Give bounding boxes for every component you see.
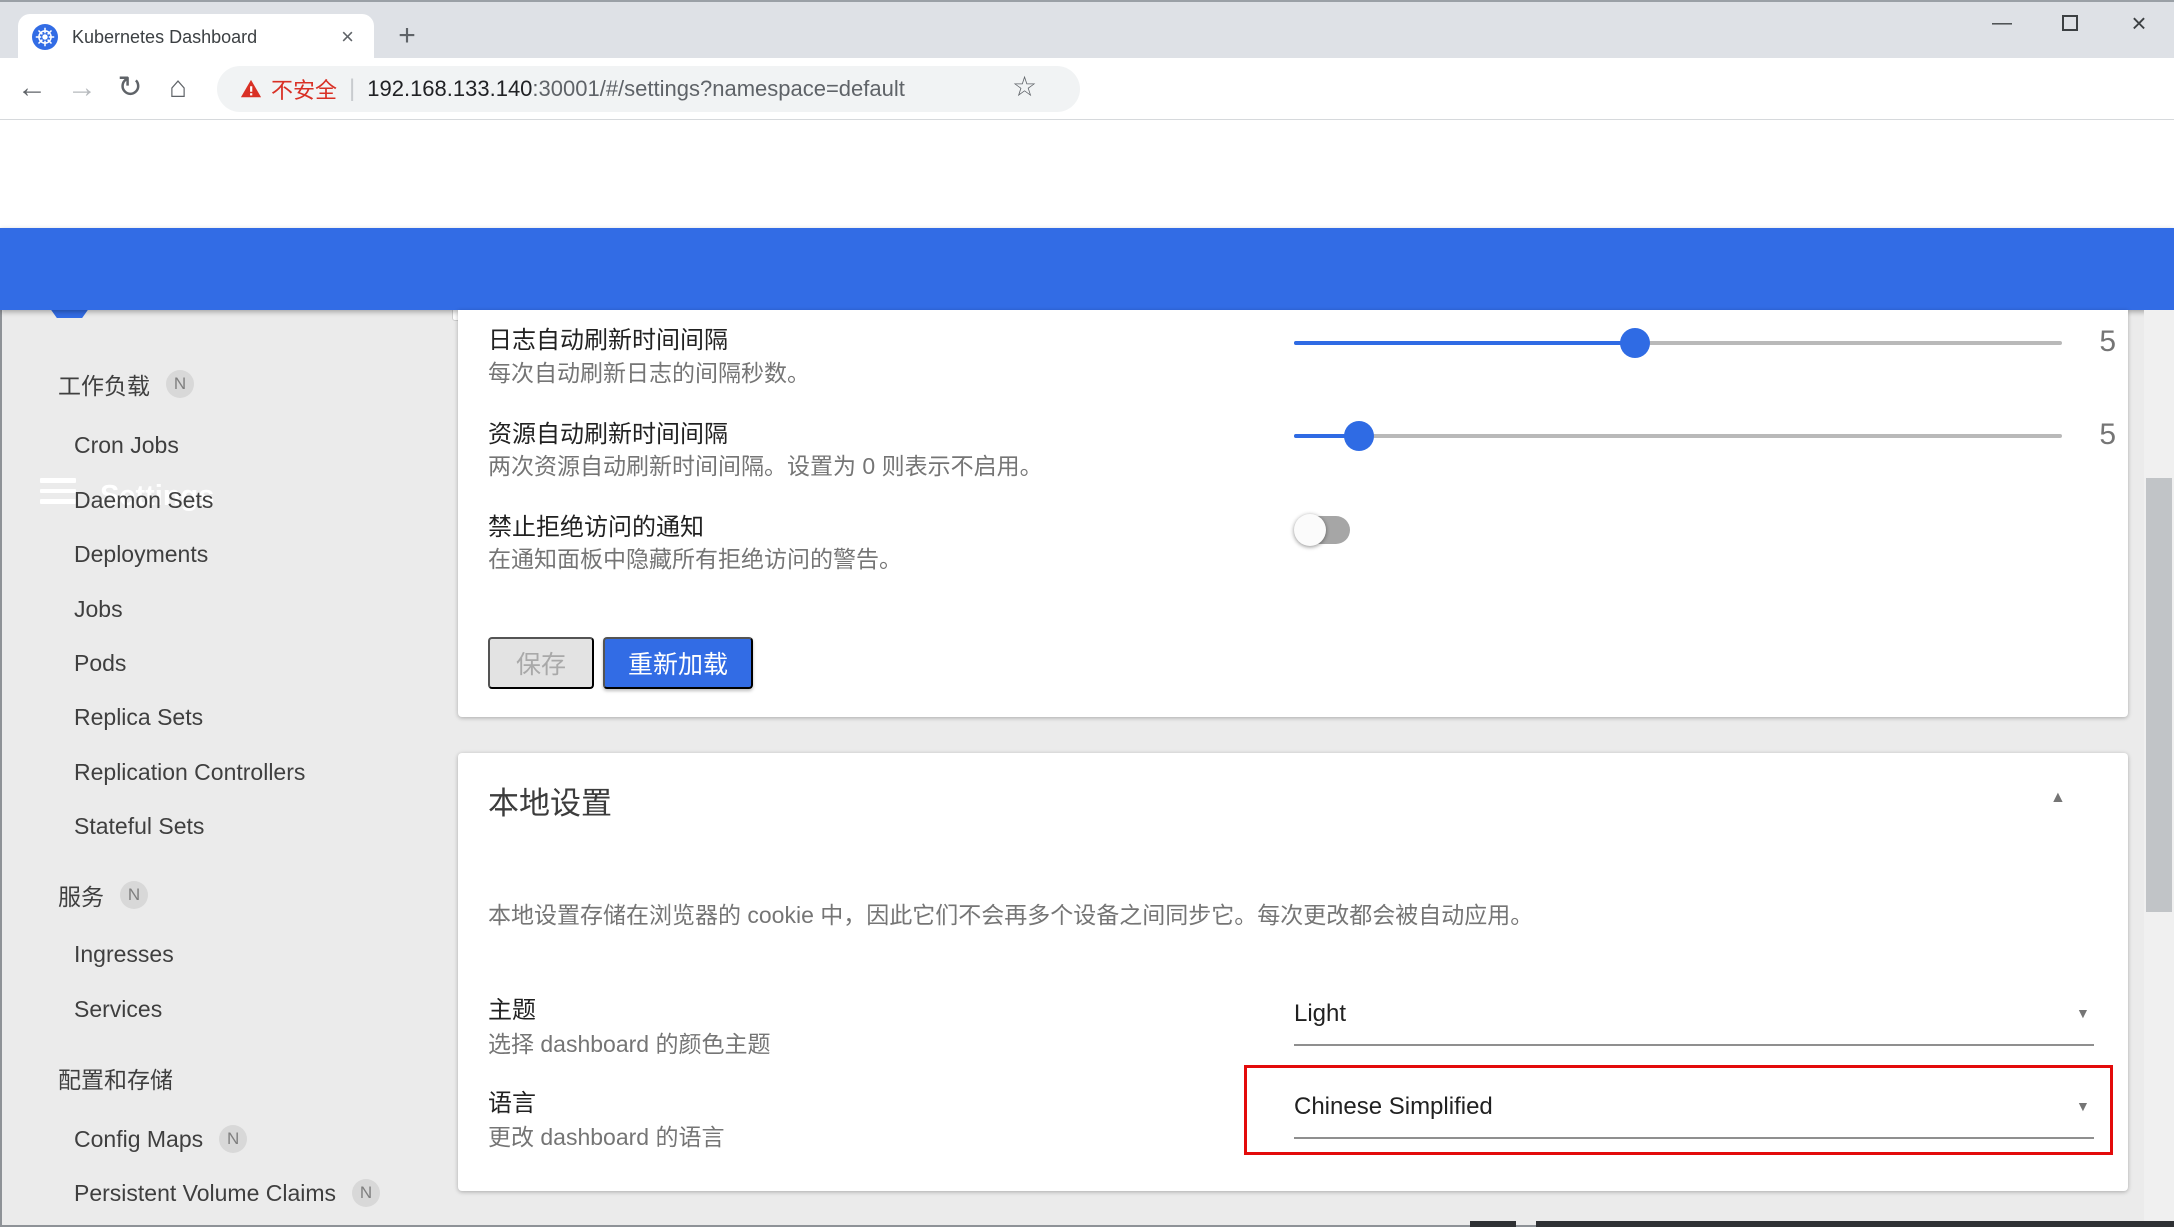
local-settings-card: 本地设置 ▲ 本地设置存储在浏览器的 cookie 中，因此它们不会再多个设备之…: [458, 753, 2128, 1191]
sidebar-item-daemon-sets[interactable]: Daemon Sets: [74, 487, 213, 514]
browser-toolbar: ← → ↻ ⌂ 不安全 | 192.168.133.140:30001/#/se…: [0, 58, 2174, 120]
sidebar-item-services[interactable]: Services: [74, 996, 162, 1023]
sidebar-item-ingresses[interactable]: Ingresses: [74, 941, 174, 968]
tab-strip: Kubernetes Dashboard × + — ×: [0, 0, 2174, 58]
access-denied-toggle[interactable]: [1294, 514, 1352, 546]
resource-refresh-slider[interactable]: [1294, 434, 2062, 438]
tab-close-icon[interactable]: ×: [335, 24, 360, 50]
theme-description: 选择 dashboard 的颜色主题: [488, 1025, 770, 1059]
new-badge: N: [166, 370, 194, 398]
bottom-edge-segment: [1470, 1221, 1516, 1227]
save-button: 保存: [488, 637, 594, 689]
setting-title-disable-access-denied: 禁止拒绝访问的通知: [488, 507, 704, 542]
forward-icon: →: [60, 58, 104, 120]
browser-window: Kubernetes Dashboard × + — × ← → ↻ ⌂ 不安全…: [0, 0, 2174, 1227]
local-settings-description: 本地设置存储在浏览器的 cookie 中，因此它们不会再多个设备之间同步它。每次…: [488, 896, 1533, 930]
sidebar-group-config-storage: 配置和存储: [58, 1061, 173, 1095]
new-tab-button[interactable]: +: [388, 18, 426, 56]
setting-title-log-refresh: 日志自动刷新时间间隔: [488, 320, 728, 355]
tab-title: Kubernetes Dashboard: [72, 27, 335, 48]
theme-select-underline: [1294, 1044, 2094, 1046]
local-settings-title: 本地设置: [488, 778, 612, 823]
window-maximize-button[interactable]: [2047, 6, 2093, 42]
app-header: kubernetes default ▼ 搜索 +: [0, 120, 2174, 228]
sidebar-item-replica-sets[interactable]: Replica Sets: [74, 704, 203, 731]
window-close-button[interactable]: ×: [2116, 6, 2162, 42]
address-bar[interactable]: 不安全 | 192.168.133.140:30001/#/settings?n…: [217, 66, 1080, 112]
not-secure-label[interactable]: 不安全: [271, 73, 337, 105]
language-highlight-box: [1244, 1065, 2113, 1155]
back-icon[interactable]: ←: [10, 58, 54, 120]
setting-title-resource-refresh: 资源自动刷新时间间隔: [488, 414, 728, 449]
url-path: :30001/#/settings?namespace=default: [532, 76, 904, 101]
refresh-icon[interactable]: ↻: [108, 58, 152, 120]
collapse-arrow-icon[interactable]: ▲: [2050, 789, 2066, 807]
vertical-scrollbar-thumb[interactable]: [2146, 478, 2172, 912]
sidebar-item-persistent-volume-claims[interactable]: Persistent Volume ClaimsN: [74, 1179, 380, 1207]
theme-select[interactable]: Light: [1294, 1000, 1346, 1028]
slider-thumb[interactable]: [1344, 421, 1374, 451]
log-refresh-value: 5: [2072, 325, 2116, 359]
sidebar-item-deployments[interactable]: Deployments: [74, 541, 208, 568]
theme-label: 主题: [488, 990, 536, 1025]
reload-button[interactable]: 重新加载: [603, 637, 753, 689]
hamburger-menu-icon[interactable]: [40, 478, 76, 516]
setting-desc-log-refresh: 每次自动刷新日志的间隔秒数。: [488, 354, 810, 388]
sidebar-item-stateful-sets[interactable]: Stateful Sets: [74, 813, 204, 840]
bottom-edge-segment: [1536, 1221, 2174, 1227]
new-badge: N: [352, 1179, 380, 1207]
not-secure-warning-icon: [239, 78, 263, 100]
language-label: 语言: [488, 1083, 536, 1118]
log-refresh-slider[interactable]: [1294, 341, 2062, 345]
setting-desc-disable-access-denied: 在通知面板中隐藏所有拒绝访问的警告。: [488, 540, 902, 574]
url-separator: |: [349, 75, 355, 103]
resource-refresh-value: 5: [2072, 418, 2116, 452]
global-settings-card: 日志自动刷新时间间隔 每次自动刷新日志的间隔秒数。 5 资源自动刷新时间间隔 两…: [458, 310, 2128, 717]
window-minimize-button[interactable]: —: [1979, 6, 2025, 42]
sidebar-item-config-maps[interactable]: Config MapsN: [74, 1125, 247, 1153]
new-badge: N: [219, 1125, 247, 1153]
new-badge: N: [120, 881, 148, 909]
sidebar-group-services: 服务N: [58, 878, 148, 912]
sidebar-item-pods[interactable]: Pods: [74, 650, 126, 677]
sidebar-item-cron-jobs[interactable]: Cron Jobs: [74, 432, 179, 459]
home-icon[interactable]: ⌂: [156, 58, 200, 120]
sidebar-item-jobs[interactable]: Jobs: [74, 596, 123, 623]
browser-tab[interactable]: Kubernetes Dashboard ×: [18, 14, 374, 60]
url-text[interactable]: 192.168.133.140:30001/#/settings?namespa…: [367, 76, 905, 102]
chevron-down-icon[interactable]: ▼: [2076, 1005, 2090, 1021]
slider-thumb[interactable]: [1620, 328, 1650, 358]
url-host: 192.168.133.140: [367, 76, 532, 101]
sidebar-item-replication-controllers[interactable]: Replication Controllers: [74, 759, 305, 786]
kubernetes-favicon-icon: [32, 24, 58, 50]
language-description: 更改 dashboard 的语言: [488, 1118, 724, 1152]
app-toolbar: Settings: [0, 228, 2174, 310]
sidebar-group-workloads: 工作负载N: [58, 367, 194, 401]
setting-desc-resource-refresh: 两次资源自动刷新时间间隔。设置为 0 则表示不启用。: [488, 447, 1043, 481]
bookmark-star-icon[interactable]: ☆: [1012, 70, 1037, 103]
